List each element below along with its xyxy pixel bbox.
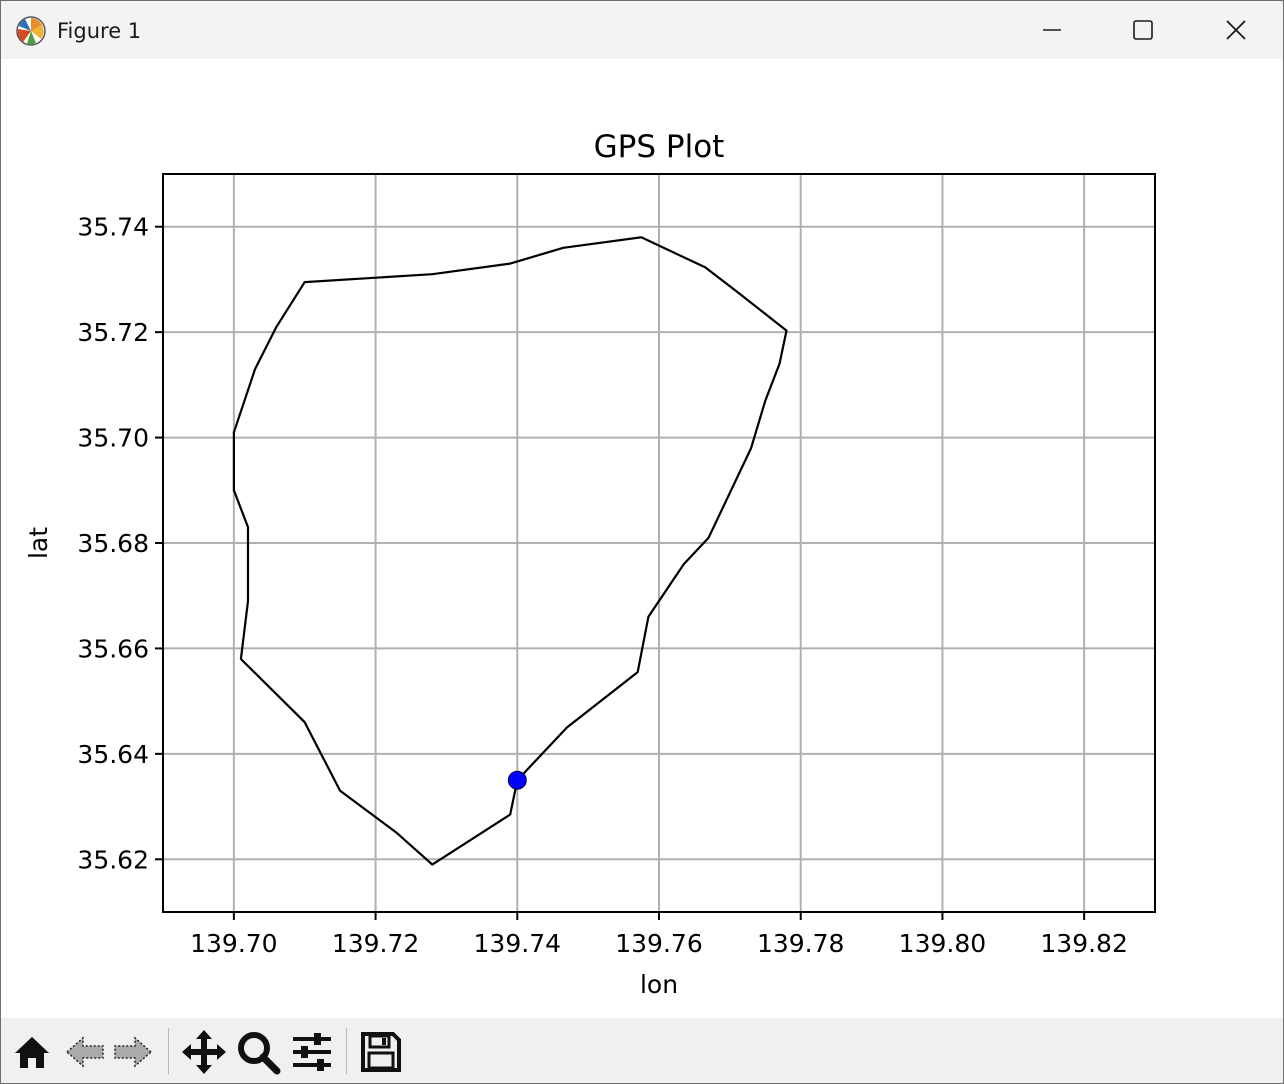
zoom-icon xyxy=(238,1032,281,1075)
x-tick-label: 139.70 xyxy=(190,929,277,958)
y-tick-label: 35.62 xyxy=(77,845,149,874)
x-tick-label: 139.74 xyxy=(474,929,561,958)
x-tick-label: 139.82 xyxy=(1040,929,1127,958)
window-title: Figure 1 xyxy=(57,19,142,43)
y-tick-label: 35.68 xyxy=(77,529,149,558)
zoom-button[interactable] xyxy=(234,1028,282,1076)
chart-title: GPS Plot xyxy=(594,129,725,165)
y-tick-label: 35.64 xyxy=(77,740,149,769)
configure-subplots-icon xyxy=(293,1033,331,1071)
save-icon xyxy=(361,1032,401,1072)
y-tick-label: 35.66 xyxy=(77,634,149,663)
x-tick-label: 139.72 xyxy=(332,929,419,958)
close-icon xyxy=(1226,20,1246,40)
forward-arrow-icon xyxy=(114,1036,153,1068)
title-bar[interactable]: Figure 1 xyxy=(1,1,1283,59)
grid-lines xyxy=(163,174,1155,912)
configure-subplots-button[interactable] xyxy=(288,1028,336,1076)
x-axis-label: lon xyxy=(640,970,678,999)
close-button[interactable] xyxy=(1190,1,1282,59)
y-tick-label: 35.72 xyxy=(77,318,149,347)
forward-button[interactable] xyxy=(109,1028,157,1076)
x-tick-label: 139.76 xyxy=(615,929,702,958)
figure-canvas[interactable]: GPS Plot 139.70 139.72 139.74 139.76 139.78 1… xyxy=(1,59,1283,1018)
navigation-toolbar xyxy=(1,1018,1283,1083)
home-icon xyxy=(15,1037,49,1068)
x-tick-label: 139.78 xyxy=(757,929,844,958)
back-arrow-icon xyxy=(65,1036,104,1068)
minimize-button[interactable] xyxy=(1006,1,1098,59)
x-tick-label: 139.80 xyxy=(899,929,986,958)
pan-icon xyxy=(182,1030,226,1074)
figure-window: Figure 1 GPS Plot 139.70 139.72 139.74 139.… xyxy=(0,0,1284,1084)
gps-plot-chart[interactable]: GPS Plot 139.70 139.72 139.74 139.76 139.78 1… xyxy=(1,59,1283,1018)
current-position-marker xyxy=(507,770,527,790)
toolbar-separator xyxy=(346,1028,347,1074)
maximize-icon xyxy=(1133,20,1153,40)
tick-layer: 139.70 139.72 139.74 139.76 139.78 139.80 139.… xyxy=(77,213,1127,958)
toolbar-separator xyxy=(168,1028,169,1074)
save-button[interactable] xyxy=(357,1028,405,1076)
pan-button[interactable] xyxy=(180,1028,228,1076)
home-button[interactable] xyxy=(8,1028,56,1076)
back-button[interactable] xyxy=(61,1028,109,1076)
maximize-button[interactable] xyxy=(1097,1,1189,59)
y-tick-label: 35.74 xyxy=(77,213,149,242)
matplotlib-icon xyxy=(16,16,46,46)
minimize-icon xyxy=(1043,29,1061,31)
y-tick-label: 35.70 xyxy=(77,424,149,453)
y-axis-label: lat xyxy=(24,527,53,559)
